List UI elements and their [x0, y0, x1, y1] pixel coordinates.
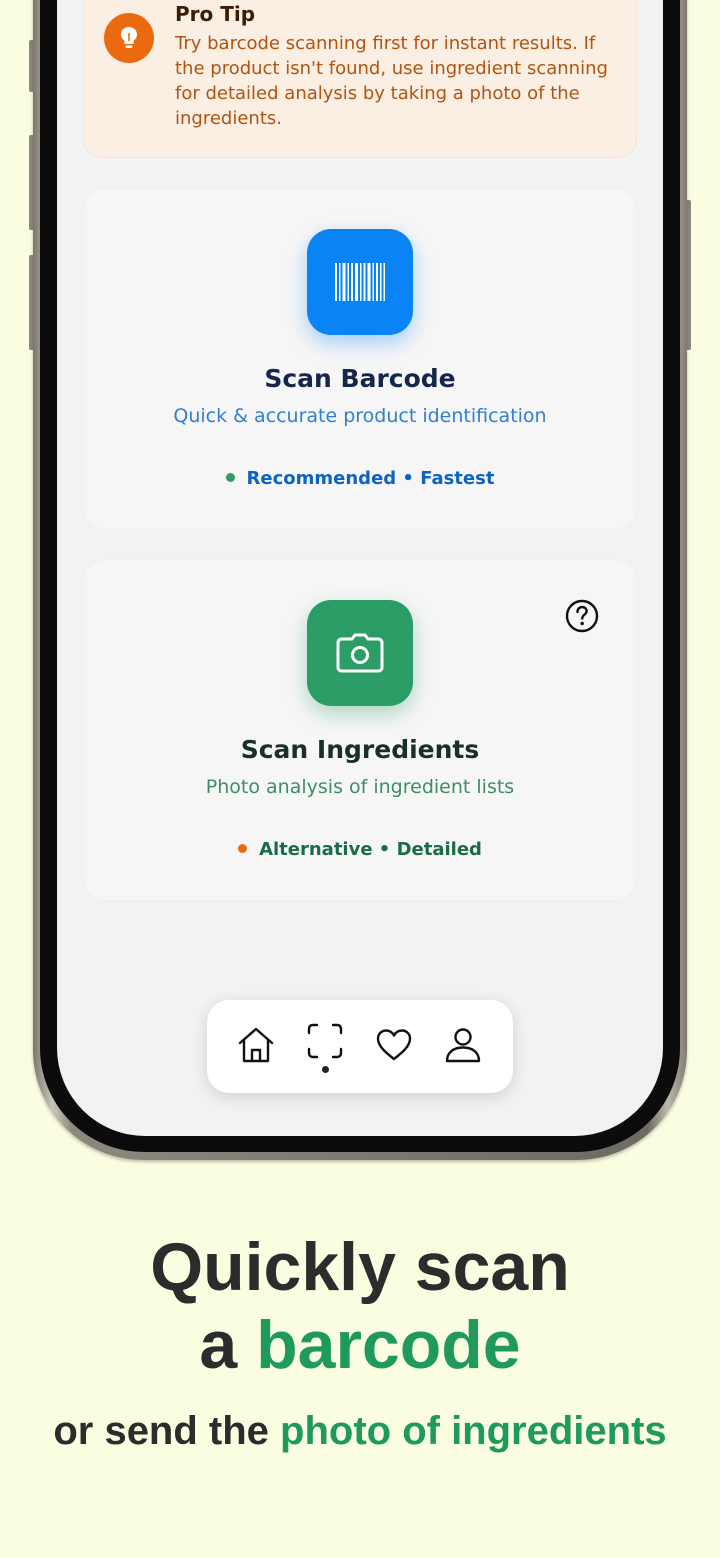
headline-line1: Quickly scan	[150, 1229, 570, 1305]
scan-barcode-tag: Recommended • Fastest	[84, 468, 636, 489]
headline: Quickly scan a barcode	[0, 1228, 720, 1384]
home-icon[interactable]	[235, 1024, 277, 1066]
pro-tip-card: Pro Tip Try barcode scanning first for i…	[83, 0, 637, 158]
phone-screen: Pro Tip Try barcode scanning first for i…	[57, 0, 663, 1136]
subline-prefix: or send the	[53, 1409, 281, 1453]
help-icon[interactable]	[564, 598, 600, 634]
scan-ingredients-tag: Alternative • Detailed	[84, 839, 636, 860]
barcode-icon	[335, 263, 385, 301]
scan-barcode-card[interactable]: Scan Barcode Quick & accurate product id…	[83, 188, 637, 530]
heart-icon[interactable]	[373, 1024, 415, 1066]
barcode-tile	[307, 229, 413, 335]
tag-text: Alternative • Detailed	[259, 839, 482, 860]
tag-text: Recommended • Fastest	[246, 468, 495, 489]
subline: or send the photo of ingredients	[0, 1408, 720, 1454]
profile-icon[interactable]	[442, 1024, 484, 1066]
status-dot	[238, 843, 248, 853]
camera-icon	[336, 633, 384, 673]
scan-barcode-subtitle: Quick & accurate product identification	[173, 405, 547, 427]
scan-ingredients-card[interactable]: Scan Ingredients Photo analysis of ingre…	[83, 559, 637, 901]
lightbulb-icon	[104, 13, 154, 63]
tip-body: Try barcode scanning first for instant r…	[175, 33, 608, 129]
active-indicator	[322, 1066, 329, 1073]
headline-line2: a barcode	[0, 1306, 720, 1384]
scan-barcode-title: Scan Barcode	[264, 364, 456, 393]
camera-tile	[307, 600, 413, 706]
headline-highlight: barcode	[256, 1307, 521, 1383]
scan-ingredients-title: Scan Ingredients	[240, 735, 480, 764]
scan-ingredients-subtitle: Photo analysis of ingredient lists	[205, 776, 515, 798]
scan-icon[interactable]	[304, 1020, 346, 1062]
headline-prefix: a	[199, 1307, 257, 1383]
status-dot	[225, 472, 235, 482]
tip-title: Pro Tip	[175, 2, 256, 26]
subline-highlight: photo of ingredients	[280, 1409, 667, 1453]
bottom-nav	[207, 1000, 513, 1093]
